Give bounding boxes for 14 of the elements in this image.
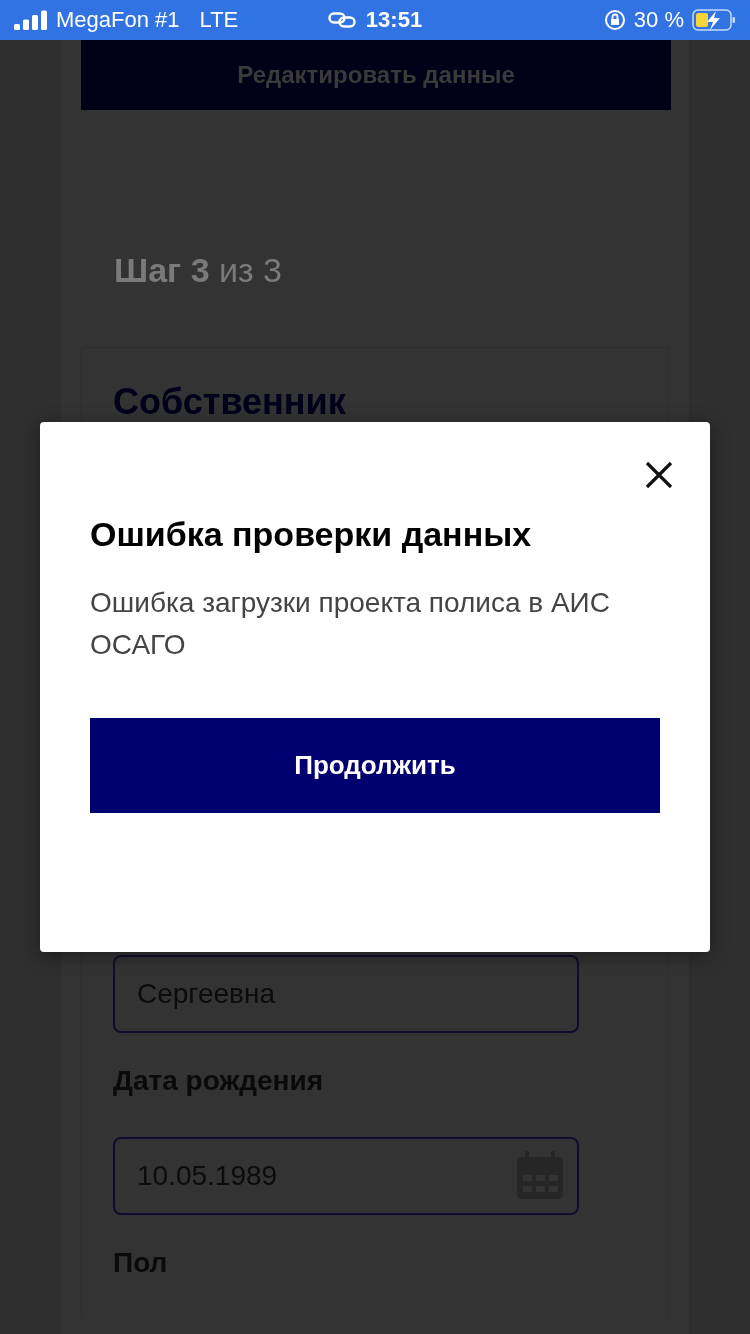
dialog-message: Ошибка загрузки проекта полиса в АИС ОСАГО — [90, 586, 610, 662]
battery-percent: 30 % — [633, 7, 684, 33]
carrier-name: MegaFon #1 — [56, 7, 180, 33]
battery-charging-icon — [692, 9, 736, 31]
rotation-lock-icon — [603, 9, 626, 31]
dialog-title: Ошибка проверки данных — [90, 514, 533, 555]
step-indicator: Шаг 3 из 3 — [114, 250, 283, 291]
link-icon — [327, 12, 356, 28]
signal-icon — [14, 10, 48, 30]
continue-button[interactable]: Продолжить — [90, 718, 660, 813]
clock-time: 13:51 — [365, 7, 423, 33]
network-type: LTE — [199, 7, 239, 33]
edit-data-button[interactable]: Редактировать данные — [81, 40, 671, 110]
close-icon[interactable] — [644, 460, 674, 490]
